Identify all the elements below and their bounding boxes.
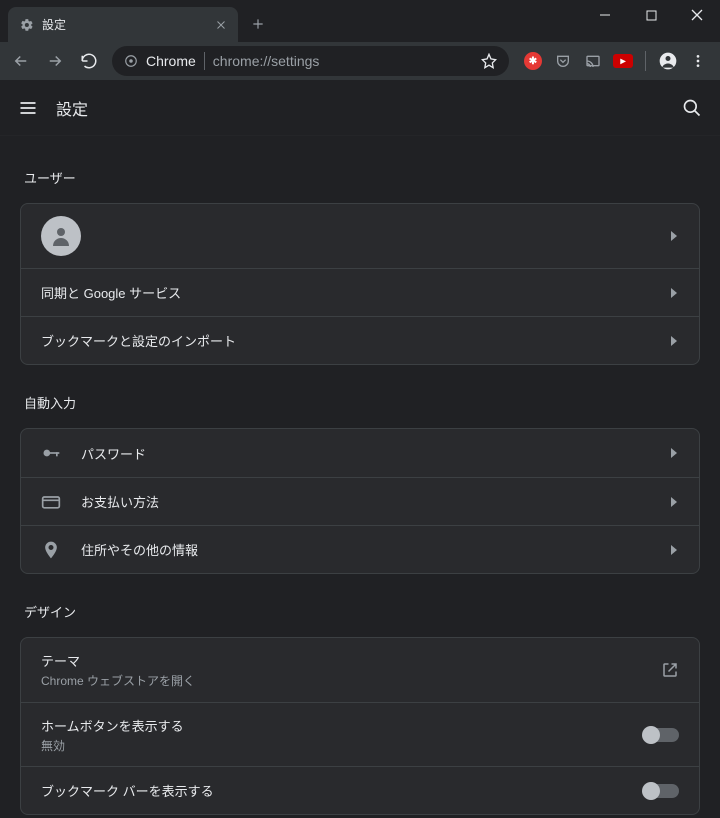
reload-button[interactable] <box>74 46 104 76</box>
row-label: ブックマークと設定のインポート <box>41 331 649 350</box>
tab-title: 設定 <box>42 16 206 33</box>
extension-icons: ✱ ▸ <box>517 51 714 71</box>
url-prefix: Chrome <box>146 53 196 69</box>
url-text: chrome://settings <box>213 53 473 69</box>
profile-row[interactable] <box>21 204 699 268</box>
toggle-home-button[interactable] <box>643 728 679 742</box>
divider <box>645 51 646 71</box>
row-label: お支払い方法 <box>81 492 649 511</box>
cast-icon[interactable] <box>583 51 603 71</box>
chevron-right-icon <box>669 231 679 241</box>
youtube-icon[interactable]: ▸ <box>613 51 633 71</box>
open-external-icon <box>661 661 679 679</box>
avatar <box>41 216 81 256</box>
theme-row[interactable]: テーマ Chrome ウェブストアを開く <box>21 638 699 702</box>
row-label: 住所やその他の情報 <box>81 540 649 559</box>
design-card: テーマ Chrome ウェブストアを開く ホームボタンを表示する 無効 ブックマ… <box>20 637 700 815</box>
forward-button[interactable] <box>40 46 70 76</box>
gear-icon <box>20 18 34 32</box>
bookmark-star-icon[interactable] <box>481 53 497 69</box>
minimize-button[interactable] <box>582 0 628 30</box>
chevron-right-icon <box>669 545 679 555</box>
browser-tab[interactable]: 設定 <box>8 7 238 42</box>
maximize-button[interactable] <box>628 0 674 30</box>
row-label: テーマ <box>41 651 641 670</box>
extension-icon-1[interactable]: ✱ <box>523 51 543 71</box>
addresses-row[interactable]: 住所やその他の情報 <box>21 525 699 573</box>
window-titlebar: 設定 <box>0 0 720 42</box>
bookmarks-bar-row[interactable]: ブックマーク バーを表示する <box>21 766 699 814</box>
page-title: 設定 <box>56 96 88 120</box>
search-icon[interactable] <box>682 98 702 118</box>
row-label: ホームボタンを表示する <box>41 716 623 735</box>
address-bar[interactable]: Chrome chrome://settings <box>112 46 509 76</box>
browser-toolbar: Chrome chrome://settings ✱ ▸ <box>0 42 720 80</box>
row-label: 同期と Google サービス <box>41 283 649 302</box>
row-sublabel: 無効 <box>41 737 623 754</box>
chevron-right-icon <box>669 497 679 507</box>
payment-row[interactable]: お支払い方法 <box>21 477 699 525</box>
profile-icon[interactable] <box>658 51 678 71</box>
section-title-design: デザイン <box>0 582 720 637</box>
row-sublabel: Chrome ウェブストアを開く <box>41 672 641 689</box>
hamburger-icon[interactable] <box>18 98 38 118</box>
close-window-button[interactable] <box>674 0 720 30</box>
passwords-row[interactable]: パスワード <box>21 429 699 477</box>
new-tab-button[interactable] <box>244 10 272 38</box>
toggle-bookmarks-bar[interactable] <box>643 784 679 798</box>
pocket-icon[interactable] <box>553 51 573 71</box>
menu-icon[interactable] <box>688 51 708 71</box>
credit-card-icon <box>41 492 61 512</box>
back-button[interactable] <box>6 46 36 76</box>
divider <box>204 52 205 70</box>
section-title-user: ユーザー <box>0 148 720 203</box>
autofill-card: パスワード お支払い方法 住所やその他の情報 <box>20 428 700 574</box>
chrome-icon <box>124 54 138 68</box>
key-icon <box>41 443 61 463</box>
chevron-right-icon <box>669 448 679 458</box>
settings-header: 設定 <box>0 80 720 136</box>
settings-content[interactable]: ユーザー 同期と Google サービス ブックマークと設定のインポート 自動入… <box>0 136 720 818</box>
row-label: ブックマーク バーを表示する <box>41 781 623 800</box>
location-icon <box>41 540 61 560</box>
home-button-row[interactable]: ホームボタンを表示する 無効 <box>21 702 699 766</box>
user-card: 同期と Google サービス ブックマークと設定のインポート <box>20 203 700 365</box>
chevron-right-icon <box>669 288 679 298</box>
window-controls <box>582 0 720 30</box>
sync-services-row[interactable]: 同期と Google サービス <box>21 268 699 316</box>
section-title-autofill: 自動入力 <box>0 373 720 428</box>
chevron-right-icon <box>669 336 679 346</box>
import-bookmarks-row[interactable]: ブックマークと設定のインポート <box>21 316 699 364</box>
row-label: パスワード <box>81 444 649 463</box>
close-tab-button[interactable] <box>214 18 228 32</box>
